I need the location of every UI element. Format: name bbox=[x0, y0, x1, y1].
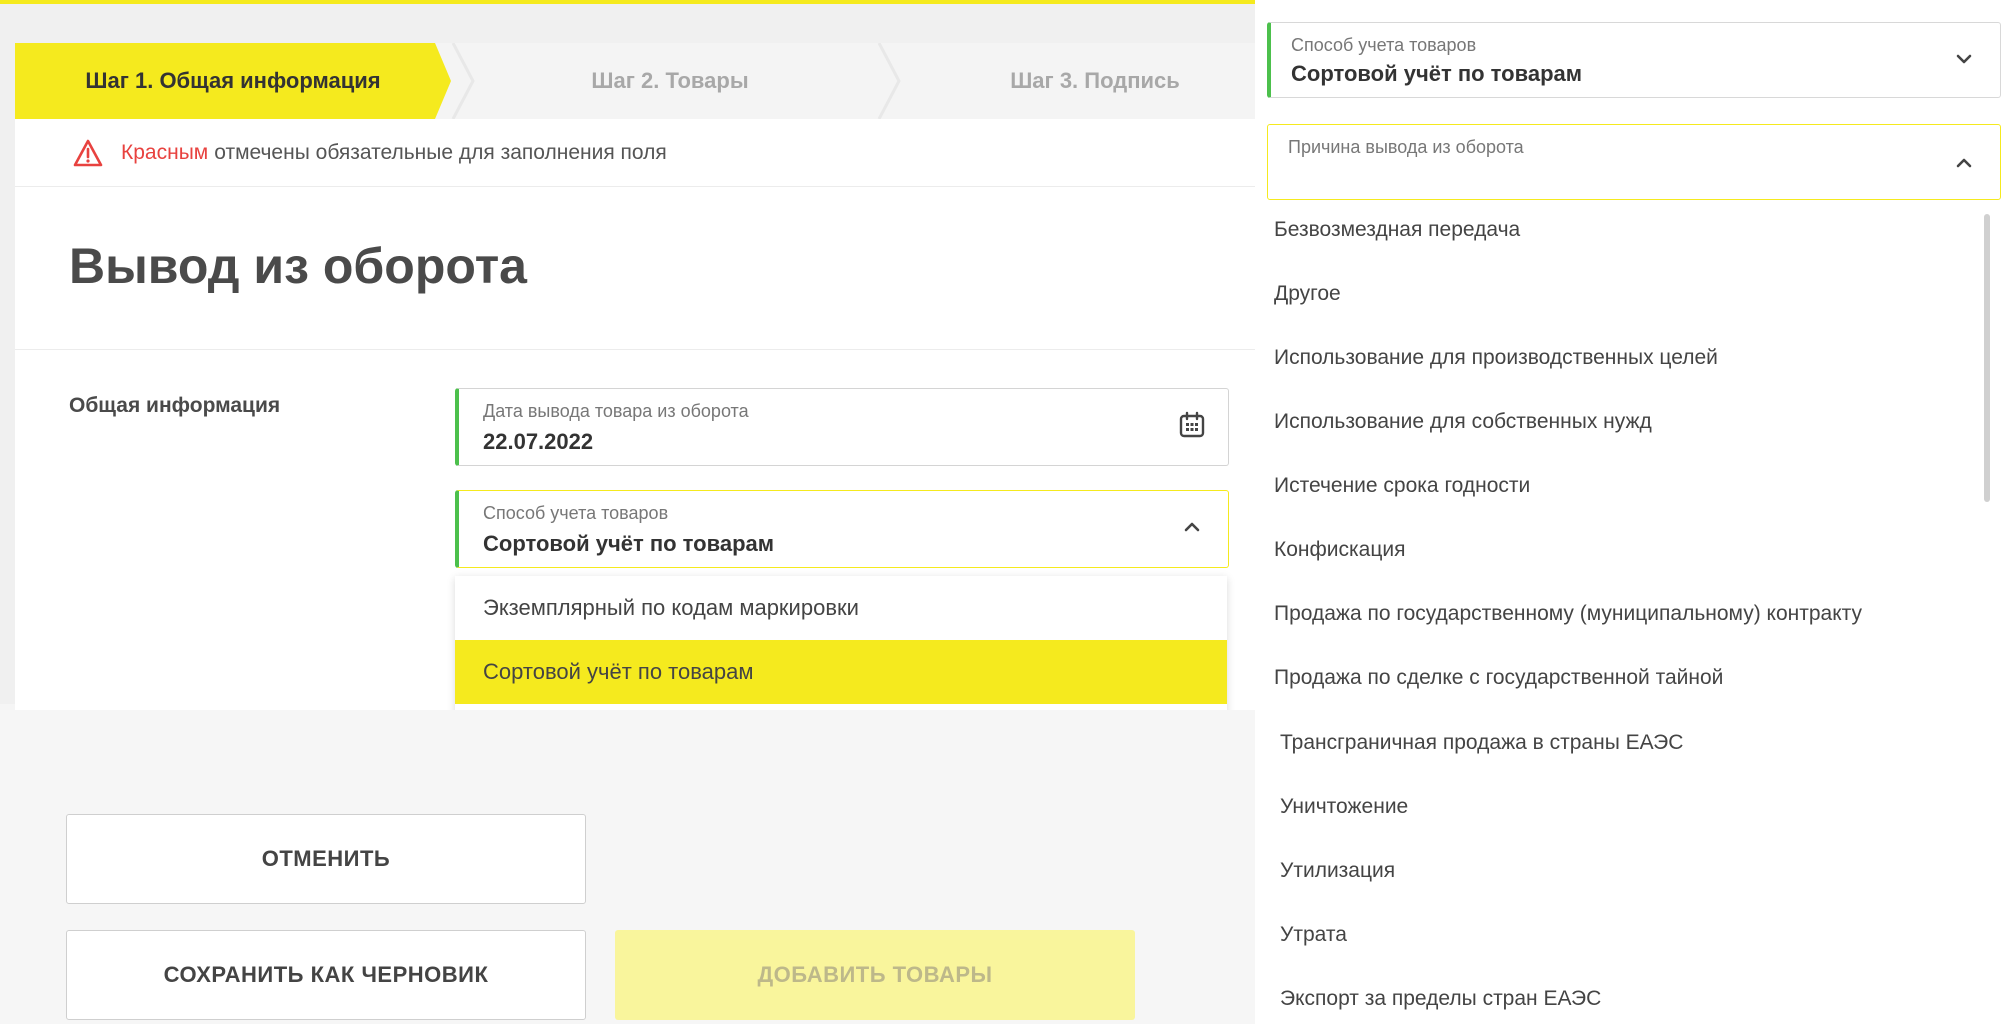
chevron-up-icon[interactable] bbox=[1950, 149, 1978, 177]
reason-option[interactable]: Продажа по государственному (муниципальн… bbox=[1274, 602, 1862, 626]
method-field-label: Способ учета товаров bbox=[483, 503, 669, 523]
step-1-label: Шаг 1. Общая информация bbox=[85, 68, 381, 93]
dropdown-option[interactable]: Экземплярный по кодам маркировки bbox=[455, 576, 1227, 640]
accounting-method-select-right[interactable]: Способ учета товаров Сортовой учёт по то… bbox=[1267, 22, 2001, 98]
accounting-method-dropdown: Экземплярный по кодам маркировки Сортово… bbox=[455, 576, 1227, 716]
required-fields-notice: Красным отмечены обязательные для заполн… bbox=[15, 119, 1260, 187]
reason-option[interactable]: Конфискация bbox=[1274, 538, 1405, 562]
withdrawal-reason-dropdown: Безвозмездная передача Другое Использова… bbox=[1255, 198, 1995, 1024]
option-label: Экземплярный по кодам маркировки bbox=[483, 595, 859, 620]
reason-option[interactable]: Трансграничная продажа в страны ЕАЭС bbox=[1280, 731, 1683, 755]
option-label: Сортовой учёт по товарам bbox=[483, 659, 754, 684]
reason-option[interactable]: Утрата bbox=[1280, 923, 1347, 947]
step-2-label: Шаг 2. Товары bbox=[591, 68, 749, 93]
calendar-icon[interactable] bbox=[1178, 411, 1206, 439]
accounting-method-select[interactable]: Способ учета товаров Сортовой учёт по то… bbox=[455, 490, 1229, 568]
step-progress: Шаг 1. Общая информация Шаг 2. Товары Ша… bbox=[15, 42, 1260, 120]
warning-triangle-icon bbox=[73, 139, 103, 167]
step-1-tab[interactable]: Шаг 1. Общая информация bbox=[15, 43, 451, 119]
date-field-value: 22.07.2022 bbox=[483, 429, 594, 454]
reason-option[interactable]: Другое bbox=[1274, 282, 1341, 306]
page-title: Вывод из оборота bbox=[69, 238, 527, 294]
add-goods-button[interactable]: ДОБАВИТЬ ТОВАРЫ bbox=[615, 930, 1135, 1020]
reason-option[interactable]: Истечение срока годности bbox=[1274, 474, 1530, 498]
chevron-down-icon[interactable] bbox=[1950, 45, 1978, 73]
save-draft-button[interactable]: СОХРАНИТЬ КАК ЧЕРНОВИК bbox=[66, 930, 586, 1020]
dropdown-scrollbar[interactable] bbox=[1984, 214, 1990, 502]
dropdown-option-selected[interactable]: Сортовой учёт по товарам bbox=[455, 640, 1227, 704]
reason-option[interactable]: Утилизация bbox=[1280, 859, 1395, 883]
cancel-button[interactable]: ОТМЕНИТЬ bbox=[66, 814, 586, 904]
reason-option[interactable]: Продажа по сделке с государственной тайн… bbox=[1274, 666, 1723, 690]
action-bar: ОТМЕНИТЬ СОХРАНИТЬ КАК ЧЕРНОВИК ДОБАВИТЬ… bbox=[0, 710, 1260, 1024]
reason-option[interactable]: Использование для собственных нужд bbox=[1274, 410, 1652, 434]
method-field-label: Способ учета товаров bbox=[1291, 35, 1477, 55]
chevron-up-icon[interactable] bbox=[1178, 513, 1206, 541]
method-field-value: Сортовой учёт по товарам bbox=[1291, 61, 1583, 86]
date-field[interactable]: Дата вывода товара из оборота 22.07.2022 bbox=[455, 388, 1229, 466]
date-field-label: Дата вывода товара из оборота bbox=[483, 401, 749, 421]
section-title: Общая информация bbox=[69, 394, 281, 417]
reason-option[interactable]: Уничтожение bbox=[1280, 795, 1408, 819]
notice-highlight: Красным bbox=[121, 140, 209, 164]
step-3-tab[interactable]: Шаг 3. Подпись bbox=[895, 43, 1295, 119]
reason-option[interactable]: Использование для производственных целей bbox=[1274, 346, 1718, 370]
notice-text: отмечены обязательные для заполнения пол… bbox=[214, 140, 667, 164]
main-panel: Шаг 1. Общая информация Шаг 2. Товары Ша… bbox=[0, 4, 1260, 1024]
reason-field-label: Причина вывода из оборота bbox=[1288, 137, 1524, 157]
withdrawal-reason-select[interactable]: Причина вывода из оборота bbox=[1267, 124, 2001, 200]
reason-panel: Способ учета товаров Сортовой учёт по то… bbox=[1255, 0, 2011, 1024]
reason-option[interactable]: Экспорт за пределы стран ЕАЭС bbox=[1280, 987, 1601, 1011]
step-3-label: Шаг 3. Подпись bbox=[1010, 68, 1180, 93]
method-field-value: Сортовой учёт по товарам bbox=[483, 531, 775, 556]
step-2-tab[interactable]: Шаг 2. Товары bbox=[455, 43, 885, 119]
reason-option[interactable]: Безвозмездная передача bbox=[1274, 218, 1520, 242]
